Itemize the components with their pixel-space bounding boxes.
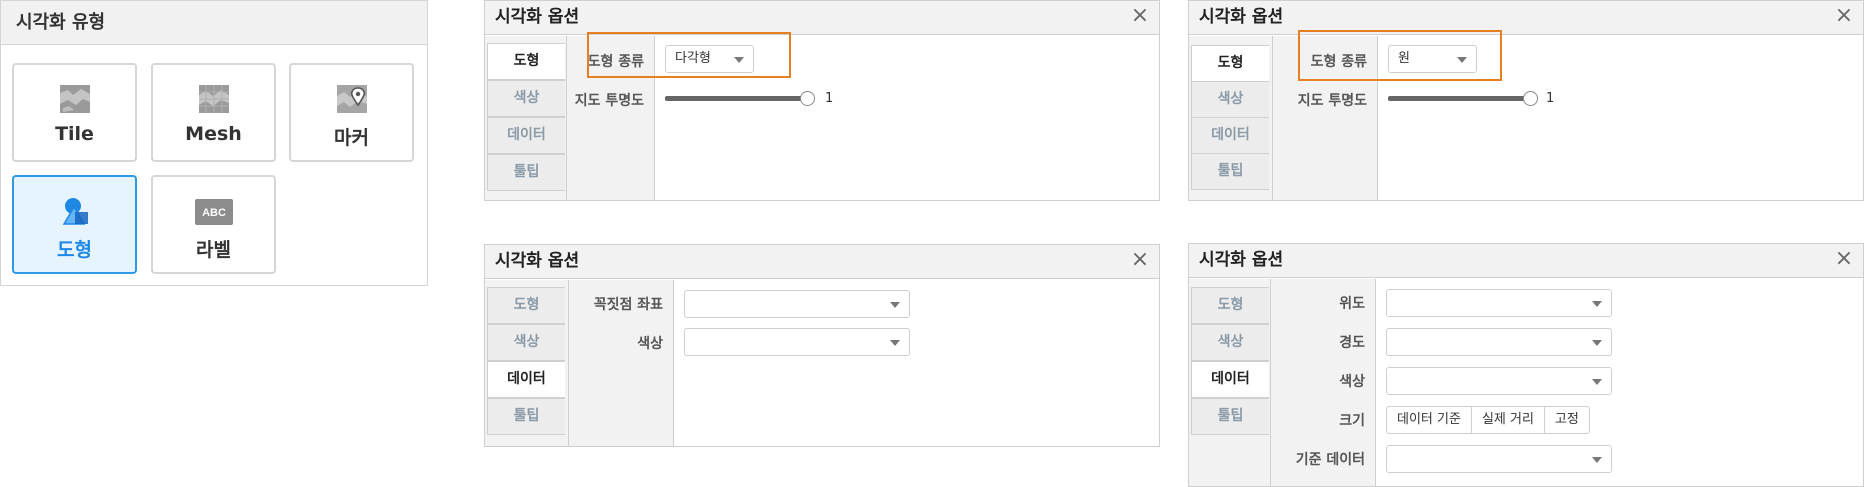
tab-bar: 도형 색상 데이터 툴팁: [485, 280, 569, 446]
opacity-slider[interactable]: [665, 91, 815, 107]
abc-label-icon: ABC: [194, 199, 233, 225]
field-label-column: 위도 경도 색상 크기 기준 데이터: [1271, 279, 1376, 486]
window-title: 시각화 옵션 ×: [1189, 1, 1863, 35]
window-title: 시각화 옵션 ×: [485, 1, 1159, 35]
tab-bar: 도형 색상 데이터 툴팁: [485, 36, 567, 200]
type-card-mesh[interactable]: Mesh: [151, 63, 276, 162]
type-card-label: 도형: [57, 239, 92, 261]
type-card-label: 라벨: [196, 239, 231, 261]
tab-data[interactable]: 데이터: [1191, 361, 1269, 398]
color-label: 색상: [1339, 374, 1365, 390]
highlight-box: [587, 32, 791, 78]
type-card-shape[interactable]: 도형: [12, 175, 137, 274]
tab-shape[interactable]: 도형: [1191, 287, 1269, 324]
vertex-coord-select[interactable]: [684, 290, 910, 318]
size-mode-toggle: 데이터 기준 실제 거리 고정: [1386, 406, 1590, 434]
tab-data[interactable]: 데이터: [1191, 117, 1269, 154]
visualization-type-panel: 시각화 유형 Tile Mesh 마커 도형 ABC 라벨: [0, 0, 428, 286]
options-window-polygon-data: 시각화 옵션 × 도형 색상 데이터 툴팁 꼭짓점 좌표 색상: [484, 244, 1160, 447]
type-card-label-type[interactable]: ABC 라벨: [151, 175, 276, 274]
options-window-polygon: 시각화 옵션 × 도형 색상 데이터 툴팁 도형 종류 지도 투명도 다각형 1: [484, 0, 1160, 201]
size-mode-real-distance[interactable]: 실제 거리: [1472, 407, 1545, 433]
marker-map-icon: [336, 84, 368, 114]
type-card-tile[interactable]: Tile: [12, 63, 137, 162]
tab-bar: 도형 색상 데이터 툴팁: [1189, 36, 1273, 200]
abc-icon-text: ABC: [202, 207, 226, 219]
close-icon[interactable]: ×: [1833, 5, 1855, 28]
opacity-value: 1: [825, 91, 834, 106]
type-card-label: 마커: [334, 127, 369, 149]
window-body: 데이터 기준 실제 거리 고정: [1376, 279, 1863, 486]
close-icon[interactable]: ×: [1833, 248, 1855, 271]
window-title: 시각화 옵션 ×: [1189, 244, 1863, 278]
tab-shape[interactable]: 도형: [1191, 45, 1269, 82]
tab-color[interactable]: 색상: [1191, 324, 1269, 361]
mesh-map-icon: [198, 84, 230, 114]
highlight-box: [1298, 30, 1502, 81]
tab-shape[interactable]: 도형: [487, 287, 565, 324]
tab-bar: 도형 색상 데이터 툴팁: [1189, 279, 1271, 486]
base-data-select[interactable]: [1386, 445, 1612, 473]
type-card-label: Mesh: [185, 123, 242, 145]
chevron-down-icon: [1592, 457, 1602, 463]
close-icon[interactable]: ×: [1129, 249, 1151, 272]
options-window-circle-data: 시각화 옵션 × 도형 색상 데이터 툴팁 위도 경도 색상 크기 기준 데이터…: [1188, 243, 1864, 487]
tab-tooltip[interactable]: 툴팁: [487, 154, 565, 191]
opacity-label: 지도 투명도: [574, 93, 644, 109]
latitude-select[interactable]: [1386, 289, 1612, 317]
tab-tooltip[interactable]: 툴팁: [1191, 153, 1269, 190]
chevron-down-icon: [1592, 379, 1602, 385]
tab-tooltip[interactable]: 툴팁: [487, 398, 565, 435]
slider-handle[interactable]: [800, 91, 815, 106]
type-card-label: Tile: [55, 123, 94, 145]
type-card-marker[interactable]: 마커: [289, 63, 414, 162]
size-label: 크기: [1339, 413, 1365, 429]
tab-color[interactable]: 색상: [487, 324, 565, 361]
base-data-label: 기준 데이터: [1295, 452, 1365, 468]
tab-data[interactable]: 데이터: [487, 361, 565, 398]
window-title: 시각화 옵션 ×: [485, 245, 1159, 279]
chevron-down-icon: [890, 302, 900, 308]
longitude-label: 경도: [1339, 335, 1365, 351]
tab-color[interactable]: 색상: [487, 80, 565, 117]
chevron-down-icon: [1592, 301, 1602, 307]
size-mode-fixed[interactable]: 고정: [1545, 407, 1589, 433]
longitude-select[interactable]: [1386, 328, 1612, 356]
color-select[interactable]: [684, 328, 910, 356]
tab-tooltip[interactable]: 툴팁: [1191, 398, 1269, 435]
shape-icon: [59, 196, 91, 226]
slider-track: [665, 96, 807, 101]
slider-track: [1388, 96, 1530, 101]
tab-color[interactable]: 색상: [1191, 81, 1269, 118]
color-select[interactable]: [1386, 367, 1612, 395]
options-window-circle: 시각화 옵션 × 도형 색상 데이터 툴팁 도형 종류 지도 투명도 원 1: [1188, 0, 1864, 201]
field-label-column: 꼭짓점 좌표 색상: [569, 280, 674, 446]
tile-map-icon: [59, 84, 91, 114]
opacity-value: 1: [1546, 91, 1555, 106]
slider-handle[interactable]: [1523, 91, 1538, 106]
vertex-coord-label: 꼭짓점 좌표: [593, 297, 663, 313]
panel-title: 시각화 유형: [1, 1, 427, 45]
opacity-label: 지도 투명도: [1297, 93, 1367, 109]
close-icon[interactable]: ×: [1129, 5, 1151, 28]
color-label: 색상: [637, 336, 663, 352]
opacity-slider[interactable]: [1388, 91, 1538, 107]
tab-data[interactable]: 데이터: [487, 117, 565, 154]
window-body: [674, 280, 1159, 446]
size-mode-data-based[interactable]: 데이터 기준: [1387, 407, 1472, 433]
chevron-down-icon: [890, 340, 900, 346]
tab-shape[interactable]: 도형: [487, 43, 565, 80]
latitude-label: 위도: [1339, 296, 1365, 312]
chevron-down-icon: [1592, 340, 1602, 346]
